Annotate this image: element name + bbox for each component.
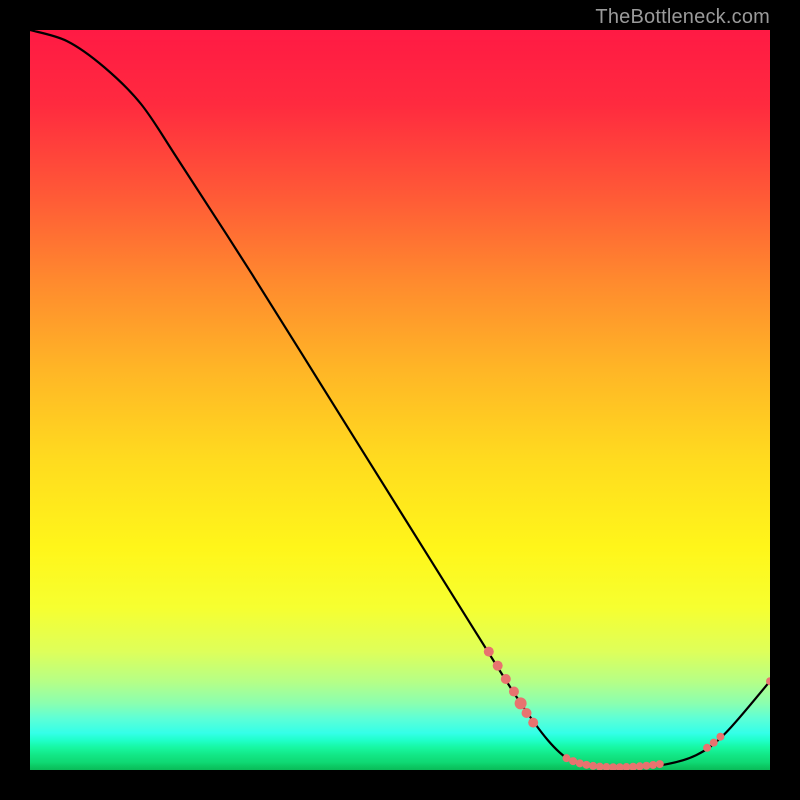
- data-marker: [716, 733, 724, 741]
- data-marker: [656, 760, 664, 768]
- data-marker: [484, 647, 494, 657]
- data-marker: [710, 739, 718, 747]
- bottleneck-curve: [30, 30, 770, 767]
- marker-group: [484, 647, 770, 770]
- data-marker: [703, 744, 711, 752]
- data-marker: [509, 687, 519, 697]
- data-marker: [501, 674, 511, 684]
- chart-plot-area: [30, 30, 770, 770]
- data-marker: [528, 718, 538, 728]
- data-marker: [522, 708, 532, 718]
- attribution-text: TheBottleneck.com: [595, 6, 770, 29]
- data-marker: [582, 761, 590, 769]
- data-marker: [576, 759, 584, 767]
- chart-svg: [30, 30, 770, 770]
- data-marker: [493, 661, 503, 671]
- data-marker: [515, 697, 527, 709]
